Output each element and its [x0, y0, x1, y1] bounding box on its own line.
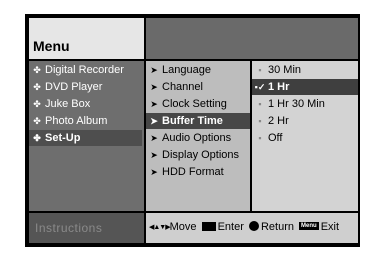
instructions-label: Instructions — [35, 221, 103, 235]
setup-menu-item-label: HDD Format — [162, 166, 224, 178]
exit-hint: Exit — [320, 221, 340, 233]
main-menu-item-dvd-player[interactable]: ✤ DVD Player — [29, 79, 142, 95]
setup-menu-item-label: Buffer Time — [162, 115, 223, 127]
bullet-icon: ▪ — [258, 99, 262, 109]
bullet-icon: ✤ — [33, 65, 41, 75]
buffer-option-item-label: 30 Min — [268, 64, 302, 76]
setup-menu-item-label: Display Options — [162, 149, 240, 161]
buffer-option-item-1-hr[interactable]: ▪✓ 1 Hr — [252, 79, 358, 95]
setup-menu-item-label: Audio Options — [162, 132, 232, 144]
menu-key-icon: Menu — [299, 222, 319, 231]
bullet-icon: ➤ — [150, 82, 158, 92]
main-menu-item-digital-recorder[interactable]: ✤ Digital Recorder — [29, 62, 142, 78]
return-hint: Return — [260, 221, 294, 233]
bullet-icon: ✤ — [33, 116, 41, 126]
move-hint: Move — [169, 221, 197, 233]
return-key-icon — [248, 221, 259, 232]
buffer-option-item-30-min[interactable]: ▪ 30 Min — [252, 62, 358, 78]
bullet-icon: ➤ — [150, 116, 158, 126]
setup-menu-item-label: Channel — [162, 81, 203, 93]
title-left-panel: Menu — [29, 18, 144, 59]
bullet-icon: ➤ — [150, 150, 158, 160]
check-mark-icon: ▪✓ — [254, 82, 266, 92]
buffer-option-item-label: Off — [268, 132, 283, 144]
buffer-option-item-label: 1 Hr 30 Min — [268, 98, 325, 110]
title-bar: Menu — [29, 18, 358, 59]
buffer-option-item-1-hr-30-min[interactable]: ▪ 1 Hr 30 Min — [252, 96, 358, 112]
bullet-icon: ▪ — [258, 116, 262, 126]
key-hints: ◀▲▼▶Move Enter Return Menu Exit — [149, 221, 339, 233]
enter-hint: Enter — [217, 221, 244, 233]
setup-menu-item-buffer-time[interactable]: ➤ Buffer Time — [146, 113, 250, 129]
main-menu-column: ✤ Digital Recorder ✤ DVD Player ✤ Juke Box ✤ Ph… — [29, 61, 144, 211]
buffer-time-options-column: ▪ 30 Min ▪✓ 1 Hr ▪ 1 Hr 30 Min ▪ 2 Hr ▪ Off — [252, 61, 358, 211]
buffer-option-item-2-hr[interactable]: ▪ 2 Hr — [252, 113, 358, 129]
setup-menu-item-language[interactable]: ➤ Language — [146, 62, 250, 78]
enter-key-icon — [201, 221, 216, 231]
bullet-icon: ▪ — [258, 133, 262, 143]
setup-menu-item-label: Language — [162, 64, 211, 76]
footer-bar: Instructions ◀▲▼▶Move Enter Return Menu E… — [29, 213, 358, 243]
bullet-icon: ➤ — [150, 99, 158, 109]
setup-menu-item-label: Clock Setting — [162, 98, 227, 110]
bullet-icon: ➤ — [150, 133, 158, 143]
buffer-option-item-label: 2 Hr — [268, 115, 289, 127]
footer-left-panel: Instructions — [29, 213, 144, 243]
bullet-icon: ➤ — [150, 167, 158, 177]
buffer-option-item-off[interactable]: ▪ Off — [252, 130, 358, 146]
setup-menu-item-channel[interactable]: ➤ Channel — [146, 79, 250, 95]
main-menu-item-label: Digital Recorder — [45, 64, 124, 76]
setup-menu-item-audio-options[interactable]: ➤ Audio Options — [146, 130, 250, 146]
menu-title: Menu — [33, 38, 70, 54]
setup-menu-item-display-options[interactable]: ➤ Display Options — [146, 147, 250, 163]
setup-submenu-column: ➤ Language ➤ Channel ➤ Clock Setting ➤ Buffer T… — [146, 61, 250, 211]
setup-menu-item-hdd-format[interactable]: ➤ HDD Format — [146, 164, 250, 180]
footer-right-panel: ◀▲▼▶Move Enter Return Menu Exit — [146, 213, 358, 243]
main-menu-item-set-up[interactable]: ✤ Set-Up — [29, 130, 142, 146]
bullet-icon: ▪ — [258, 65, 262, 75]
main-menu-item-photo-album[interactable]: ✤ Photo Album — [29, 113, 142, 129]
main-menu-item-label: DVD Player — [45, 81, 103, 93]
title-right-panel — [146, 18, 358, 59]
bullet-icon: ✤ — [33, 99, 41, 109]
buffer-option-item-label: 1 Hr — [268, 81, 290, 93]
setup-menu-item-clock-setting[interactable]: ➤ Clock Setting — [146, 96, 250, 112]
main-menu-item-label: Juke Box — [45, 98, 91, 110]
bullet-icon: ✤ — [33, 133, 41, 143]
main-menu-item-label: Photo Album — [45, 115, 108, 127]
main-menu-item-label: Set-Up — [45, 132, 81, 144]
bullet-icon: ✤ — [33, 82, 41, 92]
main-menu-item-juke-box[interactable]: ✤ Juke Box — [29, 96, 142, 112]
bullet-icon: ➤ — [150, 65, 158, 75]
osd-menu-panel: Menu ✤ Digital Recorder ✤ DVD Player ✤ Juke B… — [25, 14, 360, 247]
move-arrows-icon: ◀▲▼▶ — [149, 224, 171, 231]
